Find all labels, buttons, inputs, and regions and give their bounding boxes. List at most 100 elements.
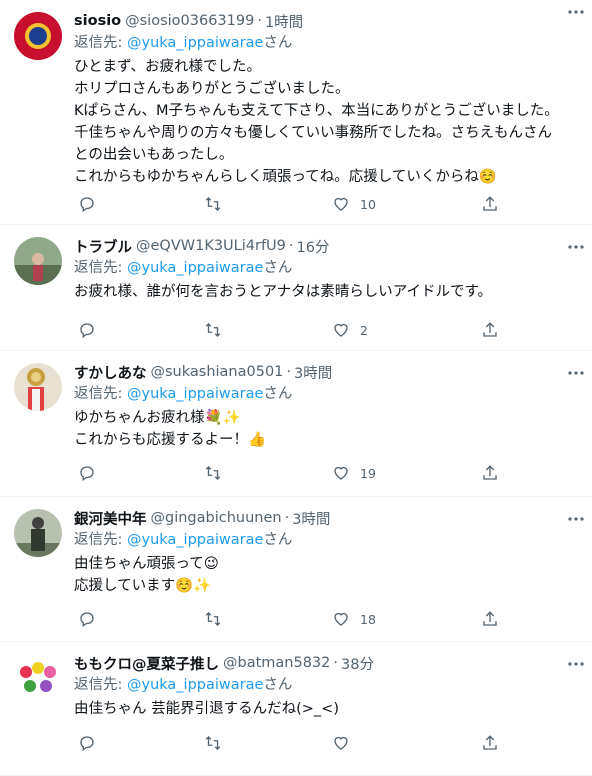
retweet-button[interactable] bbox=[204, 731, 222, 755]
reply-mention[interactable]: @yuka_ippaiwarae bbox=[127, 35, 263, 51]
reply-button[interactable] bbox=[78, 318, 96, 342]
reply-icon bbox=[80, 466, 94, 482]
reply-context: 返信先: @yuka_ippaiwaraeさん bbox=[74, 383, 580, 405]
reply-context: 返信先: @yuka_ippaiwaraeさん bbox=[74, 674, 580, 696]
more-options-button[interactable] bbox=[566, 654, 586, 674]
tweet[interactable]: 銀河美中年 @gingabichuunen · 3時間 返信先: @yuka_i… bbox=[0, 497, 592, 642]
timestamp[interactable]: 1時間 bbox=[265, 11, 303, 32]
like-button[interactable]: 10 bbox=[332, 192, 376, 216]
more-icon bbox=[568, 245, 584, 249]
avatar[interactable] bbox=[14, 654, 62, 702]
more-icon bbox=[568, 10, 584, 14]
like-button[interactable]: 18 bbox=[332, 607, 376, 631]
tweet[interactable]: トラブル @eQVW1K3ULi4rfU9 · 16分 返信先: @yuka_i… bbox=[0, 225, 592, 351]
reply-suffix: さん bbox=[263, 532, 293, 548]
tweet[interactable]: ももクロ@夏菜子推し @batman5832 · 38分 返信先: @yuka_… bbox=[0, 642, 592, 776]
reply-label: 返信先: bbox=[74, 35, 123, 51]
more-icon bbox=[568, 371, 584, 375]
retweet-button[interactable] bbox=[204, 318, 222, 342]
tweet-text: ひとまず、お疲れ様でした。 ホリプロさんもありがとうございました。 Kぱらさん、… bbox=[74, 59, 559, 185]
user-handle[interactable]: @siosio03663199 bbox=[125, 13, 254, 29]
avatar-image bbox=[14, 363, 62, 411]
reply-icon bbox=[80, 612, 94, 628]
share-icon bbox=[483, 465, 497, 480]
user-name[interactable]: すかしあな bbox=[74, 362, 147, 383]
avatar-image bbox=[14, 509, 62, 557]
timestamp[interactable]: 38分 bbox=[341, 653, 374, 674]
share-button[interactable] bbox=[481, 318, 499, 342]
share-icon bbox=[483, 196, 497, 211]
more-icon bbox=[568, 662, 584, 666]
user-name[interactable]: 銀河美中年 bbox=[74, 508, 147, 529]
reply-icon bbox=[80, 736, 94, 752]
share-button[interactable] bbox=[481, 461, 499, 485]
reply-context: 返信先: @yuka_ippaiwaraeさん bbox=[74, 32, 580, 54]
timestamp[interactable]: 3時間 bbox=[294, 362, 332, 383]
user-handle[interactable]: @eQVW1K3ULi4rfU9 bbox=[136, 238, 286, 254]
avatar-image bbox=[14, 237, 62, 285]
user-name[interactable]: トラブル bbox=[74, 236, 132, 257]
tweet[interactable]: siosio @siosio03663199 · 1時間 返信先: @yuka_… bbox=[0, 0, 592, 225]
like-button[interactable]: 2 bbox=[332, 318, 368, 342]
heart-icon bbox=[334, 197, 348, 211]
reply-suffix: さん bbox=[263, 386, 293, 402]
like-button[interactable]: 19 bbox=[332, 461, 376, 485]
reply-mention[interactable]: @yuka_ippaiwarae bbox=[127, 386, 263, 402]
separator-dot: · bbox=[257, 13, 262, 29]
user-name[interactable]: ももクロ@夏菜子推し bbox=[74, 653, 219, 674]
reply-button[interactable] bbox=[78, 461, 96, 485]
heart-icon bbox=[334, 466, 348, 480]
retweet-icon bbox=[205, 612, 221, 626]
share-button[interactable] bbox=[481, 731, 499, 755]
retweet-button[interactable] bbox=[204, 461, 222, 485]
heart-icon bbox=[334, 736, 348, 750]
reply-context: 返信先: @yuka_ippaiwaraeさん bbox=[74, 257, 580, 279]
reply-label: 返信先: bbox=[74, 532, 123, 548]
more-options-button[interactable] bbox=[566, 237, 586, 257]
reply-label: 返信先: bbox=[74, 260, 123, 276]
reply-button[interactable] bbox=[78, 731, 96, 755]
avatar[interactable] bbox=[14, 237, 62, 285]
more-options-button[interactable] bbox=[566, 509, 586, 529]
reply-button[interactable] bbox=[78, 607, 96, 631]
timestamp[interactable]: 3時間 bbox=[292, 508, 330, 529]
tweet-text: 由佳ちゃん 芸能界引退するんだね(>_<) bbox=[74, 701, 339, 717]
tweet[interactable]: すかしあな @sukashiana0501 · 3時間 返信先: @yuka_i… bbox=[0, 351, 592, 497]
share-button[interactable] bbox=[481, 192, 499, 216]
user-handle[interactable]: @gingabichuunen bbox=[151, 510, 282, 526]
reply-mention[interactable]: @yuka_ippaiwarae bbox=[127, 677, 263, 693]
avatar[interactable] bbox=[14, 12, 62, 60]
reply-button[interactable] bbox=[78, 192, 96, 216]
share-button[interactable] bbox=[481, 607, 499, 631]
retweet-icon bbox=[205, 466, 221, 480]
avatar-image bbox=[14, 654, 62, 702]
avatar-image bbox=[14, 12, 62, 60]
retweet-button[interactable] bbox=[204, 192, 222, 216]
timestamp[interactable]: 16分 bbox=[297, 236, 330, 257]
share-icon bbox=[483, 322, 497, 337]
more-options-button[interactable] bbox=[566, 2, 586, 22]
reply-mention[interactable]: @yuka_ippaiwarae bbox=[127, 260, 263, 276]
separator-dot: · bbox=[288, 238, 294, 254]
avatar[interactable] bbox=[14, 509, 62, 557]
user-handle[interactable]: @sukashiana0501 bbox=[151, 364, 284, 380]
like-count: 18 bbox=[360, 611, 376, 627]
reply-label: 返信先: bbox=[74, 386, 123, 402]
avatar[interactable] bbox=[14, 363, 62, 411]
more-options-button[interactable] bbox=[566, 363, 586, 383]
share-icon bbox=[483, 735, 497, 750]
reply-icon bbox=[80, 197, 94, 213]
separator-dot: · bbox=[284, 510, 290, 526]
reply-suffix: さん bbox=[263, 677, 293, 693]
retweet-button[interactable] bbox=[204, 607, 222, 631]
heart-icon bbox=[334, 612, 348, 626]
user-handle[interactable]: @batman5832 bbox=[223, 655, 330, 671]
reply-mention[interactable]: @yuka_ippaiwarae bbox=[127, 532, 263, 548]
reply-icon bbox=[80, 323, 94, 339]
like-button[interactable] bbox=[332, 731, 360, 755]
reply-context: 返信先: @yuka_ippaiwaraeさん bbox=[74, 529, 580, 551]
user-name[interactable]: siosio bbox=[74, 13, 121, 29]
heart-icon bbox=[334, 323, 348, 337]
tweet-text: 由佳ちゃん頑張って😉 応援しています☺️✨ bbox=[74, 556, 219, 594]
retweet-icon bbox=[205, 197, 221, 211]
